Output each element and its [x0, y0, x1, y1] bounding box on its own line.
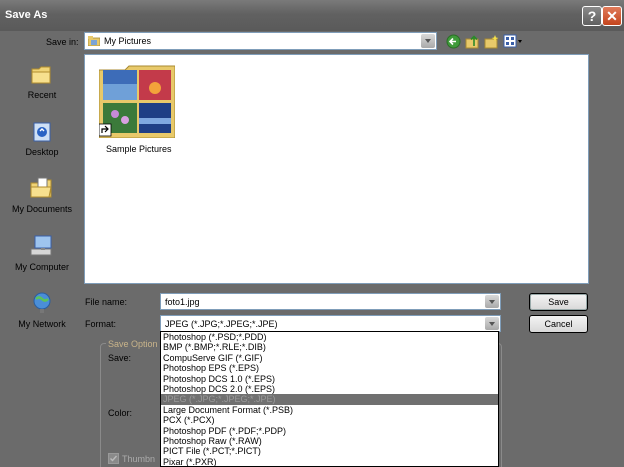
my-network-icon — [33, 292, 51, 313]
format-option[interactable]: Photoshop EPS (*.EPS) — [161, 363, 498, 373]
place-label: My Documents — [11, 204, 73, 214]
format-value: JPEG (*.JPG;*.JPEG;*.JPE) — [165, 319, 278, 329]
format-option[interactable]: Photoshop DCS 2.0 (*.EPS) — [161, 384, 498, 394]
new-folder-icon[interactable] — [484, 34, 499, 49]
places-bar: Recent Desktop My Documents My Computer … — [8, 54, 76, 334]
format-option[interactable]: Photoshop Raw (*.RAW) — [161, 436, 498, 446]
window-title: Save As — [5, 9, 48, 21]
color-label: Color: — [108, 408, 133, 418]
up-folder-icon[interactable] — [465, 34, 480, 49]
format-option[interactable]: Photoshop DCS 1.0 (*.EPS) — [161, 374, 498, 384]
file-name-input[interactable]: foto1.jpg — [160, 293, 501, 310]
place-desktop[interactable]: Desktop — [8, 121, 76, 157]
format-option[interactable]: PICT File (*.PCT;*.PICT) — [161, 446, 498, 456]
recent-folder-icon — [31, 66, 51, 84]
save-in-select[interactable]: My Pictures — [84, 32, 437, 50]
close-icon: ✕ — [606, 8, 618, 24]
help-button[interactable]: ? — [582, 6, 602, 26]
place-label: Desktop — [25, 147, 59, 157]
views-menu-icon[interactable] — [503, 34, 523, 49]
file-name-value: foto1.jpg — [165, 297, 200, 307]
format-label: Format: — [85, 319, 117, 329]
back-icon[interactable] — [446, 34, 461, 49]
format-option[interactable]: Photoshop (*.PSD;*.PDD) — [161, 332, 498, 342]
chevron-down-icon[interactable] — [485, 317, 499, 330]
thumbnail-label: Thumbn — [122, 454, 156, 464]
format-dropdown-list[interactable]: Photoshop (*.PSD;*.PDD) BMP (*.BMP;*.RLE… — [160, 331, 499, 467]
format-select[interactable]: JPEG (*.JPG;*.JPEG;*.JPE) — [160, 315, 501, 332]
place-my-documents[interactable]: My Documents — [8, 176, 76, 214]
save-in-value: My Pictures — [104, 36, 152, 46]
place-recent[interactable]: Recent — [8, 64, 76, 100]
desktop-icon — [33, 122, 51, 142]
file-list[interactable]: Sample Pictures — [84, 54, 589, 284]
help-icon: ? — [587, 8, 597, 24]
my-computer-icon — [30, 235, 52, 256]
close-button[interactable]: ✕ — [602, 6, 622, 26]
save-as-dialog: Save As ? ✕ Save in: My Pictures Recent … — [0, 0, 624, 467]
file-name-label: File name: — [85, 297, 128, 307]
place-label: Recent — [27, 90, 57, 100]
my-pictures-folder-icon — [88, 36, 100, 46]
save-options-label: Save Option — [106, 339, 160, 349]
chevron-down-icon[interactable] — [485, 295, 499, 308]
checkmark-icon — [110, 455, 118, 462]
cancel-button[interactable]: Cancel — [529, 315, 588, 333]
save-label: Save: — [108, 353, 132, 363]
save-in-label: Save in: — [46, 37, 79, 47]
format-option[interactable]: CompuServe GIF (*.GIF) — [161, 353, 498, 363]
list-item[interactable]: Sample Pictures — [85, 55, 195, 165]
place-label: My Network — [18, 319, 66, 329]
format-option[interactable]: Pixar (*.PXR) — [161, 457, 498, 466]
format-option-selected[interactable]: JPEG (*.JPG;*.JPEG;*.JPE) — [161, 394, 498, 405]
place-my-computer[interactable]: My Computer — [8, 234, 76, 272]
format-option[interactable]: PCX (*.PCX) — [161, 415, 498, 425]
format-option[interactable]: Large Document Format (*.PSB) — [161, 405, 498, 415]
chevron-down-icon[interactable] — [421, 34, 435, 48]
thumbnail-checkbox[interactable] — [108, 453, 119, 464]
folder-shortcut-icon — [99, 65, 175, 138]
format-option[interactable]: Photoshop PDF (*.PDF;*.PDP) — [161, 426, 498, 436]
place-my-network[interactable]: My Network — [8, 291, 76, 329]
file-label: Sample Pictures — [106, 144, 172, 154]
format-option[interactable]: BMP (*.BMP;*.RLE;*.DIB) — [161, 342, 498, 352]
title-bar[interactable]: Save As ? ✕ — [0, 0, 624, 31]
save-button[interactable]: Save — [529, 293, 588, 311]
place-label: My Computer — [14, 262, 69, 272]
my-documents-icon — [30, 177, 52, 198]
